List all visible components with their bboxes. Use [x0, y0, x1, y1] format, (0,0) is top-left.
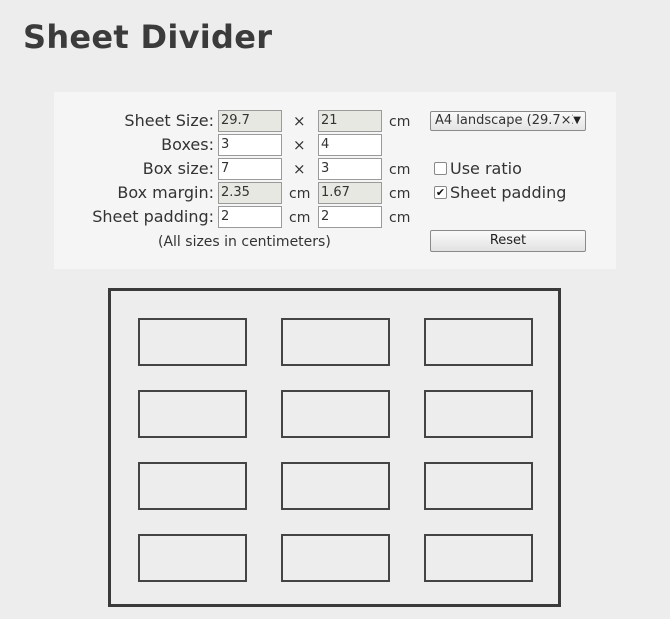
- divider-box: [138, 534, 247, 582]
- box-margin-x-unit: cm: [289, 186, 311, 202]
- sheet-padding-x-field[interactable]: 2: [218, 206, 282, 228]
- divider-box: [138, 390, 247, 438]
- settings-panel: Sheet Size: 29.7 × 21 cm A4 landscape (2…: [54, 92, 616, 269]
- sheet-height-field[interactable]: 21: [318, 110, 382, 132]
- chevron-down-icon: ▼: [573, 115, 581, 126]
- sheet-size-label: Sheet Size:: [124, 111, 214, 130]
- divider-box: [424, 462, 533, 510]
- box-size-label: Box size:: [142, 159, 214, 178]
- times-symbol: ×: [293, 160, 306, 178]
- page-title: Sheet Divider: [23, 18, 273, 56]
- box-size-unit: cm: [389, 162, 411, 178]
- box-margin-label: Box margin:: [117, 183, 214, 202]
- divider-box: [281, 462, 390, 510]
- times-symbol: ×: [293, 136, 306, 154]
- boxes-label: Boxes:: [161, 135, 214, 154]
- paper-size-value: A4 landscape (29.7×21): [435, 113, 573, 128]
- reset-button[interactable]: Reset: [430, 230, 586, 252]
- sheet-padding-checkbox-label: Sheet padding: [450, 183, 567, 202]
- sheet-width-field[interactable]: 29.7: [218, 110, 282, 132]
- box-margin-y-unit: cm: [389, 186, 411, 202]
- sheet-padding-y-unit: cm: [389, 210, 411, 226]
- divider-box: [281, 534, 390, 582]
- units-note: (All sizes in centimeters): [158, 234, 331, 250]
- use-ratio-label: Use ratio: [450, 159, 522, 178]
- boxes-columns-field[interactable]: 3: [218, 134, 282, 156]
- sheet-padding-y-field[interactable]: 2: [318, 206, 382, 228]
- divider-box: [281, 318, 390, 366]
- sheet-size-unit: cm: [389, 114, 411, 130]
- box-width-field[interactable]: 7: [218, 158, 282, 180]
- boxes-rows-field[interactable]: 4: [318, 134, 382, 156]
- divider-box: [424, 390, 533, 438]
- divider-box: [424, 534, 533, 582]
- box-margin-x-field[interactable]: 2.35: [218, 182, 282, 204]
- divider-box: [138, 318, 247, 366]
- divider-box: [424, 318, 533, 366]
- box-margin-y-field[interactable]: 1.67: [318, 182, 382, 204]
- times-symbol: ×: [293, 112, 306, 130]
- use-ratio-checkbox[interactable]: [434, 162, 447, 175]
- divider-box: [138, 462, 247, 510]
- sheet-padding-label: Sheet padding:: [92, 207, 214, 226]
- sheet-preview: [108, 288, 561, 607]
- box-height-field[interactable]: 3: [318, 158, 382, 180]
- sheet-padding-x-unit: cm: [289, 210, 311, 226]
- sheet-padding-checkbox[interactable]: ✔: [434, 186, 447, 199]
- divider-box: [281, 390, 390, 438]
- paper-size-select[interactable]: A4 landscape (29.7×21) ▼: [430, 111, 586, 131]
